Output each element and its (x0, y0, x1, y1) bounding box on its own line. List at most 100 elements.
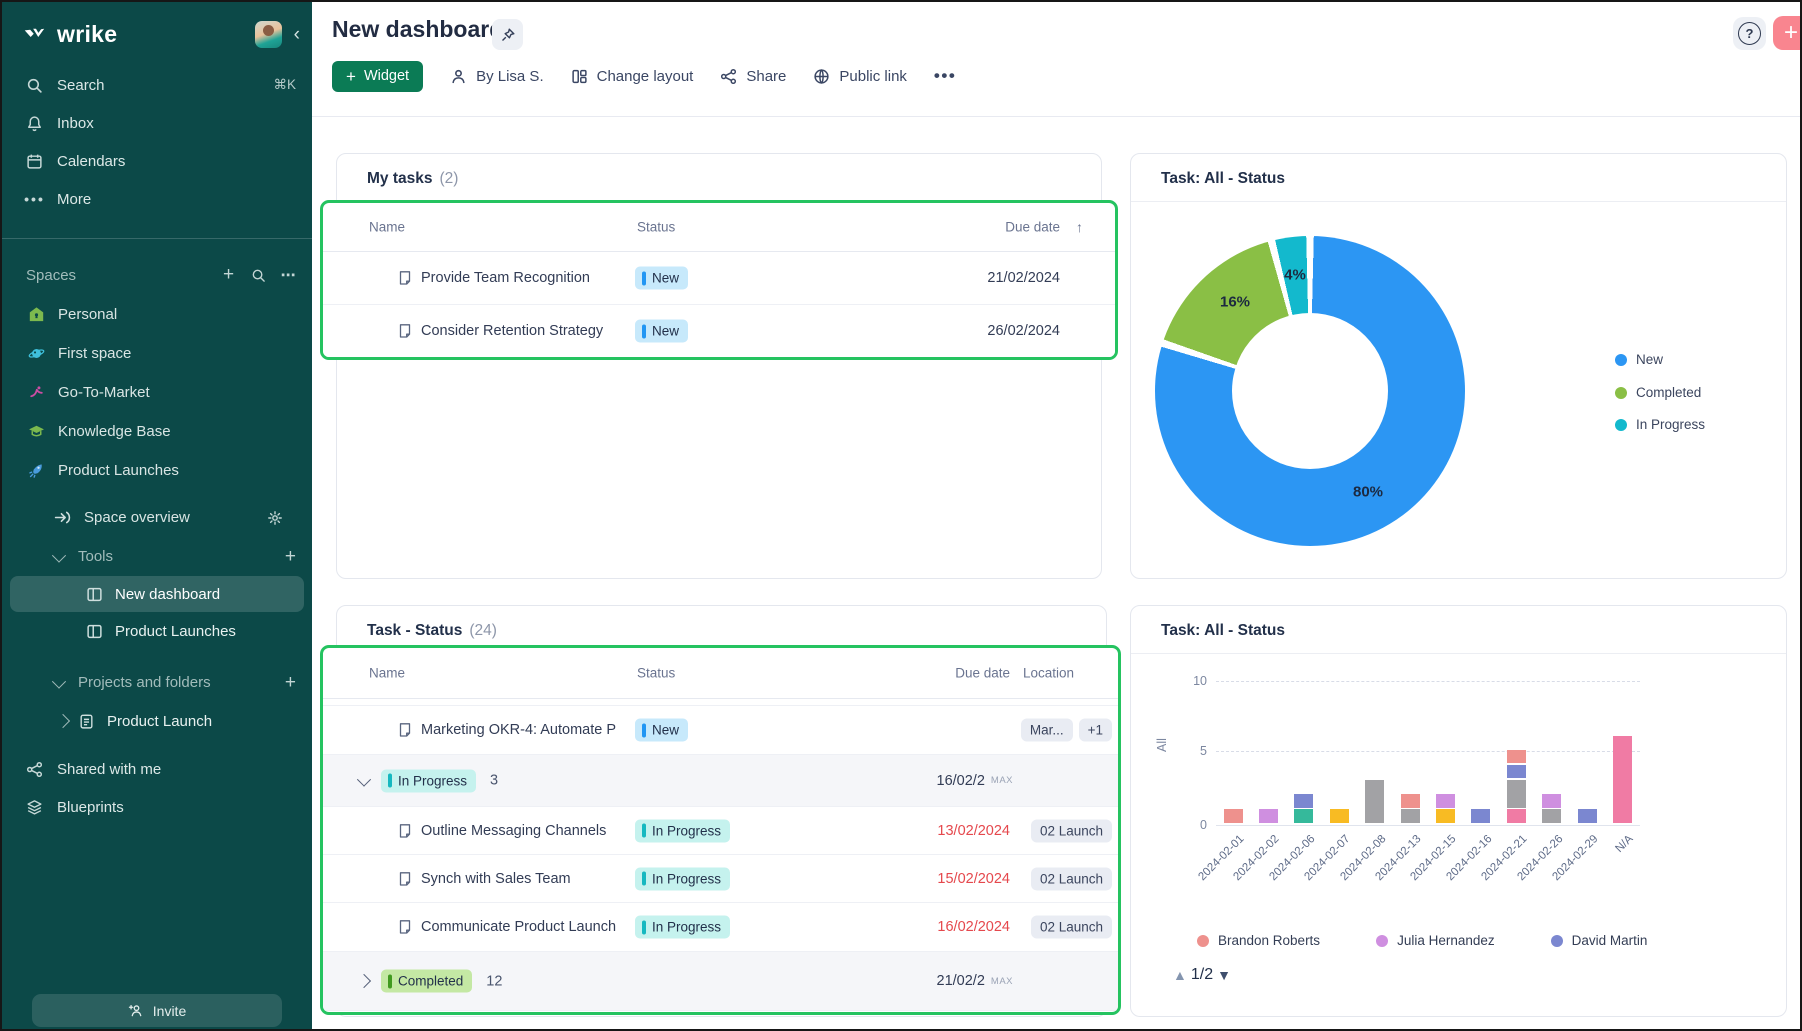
my-tasks-count: (2) (439, 170, 458, 187)
legend-item[interactable]: David Martin (1551, 933, 1648, 948)
bar-2024-02-08[interactable] (1365, 780, 1384, 823)
owner-label: By Lisa S. (476, 68, 544, 85)
layout-icon (571, 68, 588, 85)
sidebar-space-product-launches[interactable]: Product Launches (2, 451, 312, 490)
location-chip[interactable]: 02 Launch (1031, 867, 1112, 890)
sidebar-space-personal[interactable]: Personal (2, 295, 312, 334)
bar-2024-02-06[interactable] (1294, 794, 1313, 823)
bar-2024-02-26[interactable] (1542, 794, 1561, 823)
bar-N/A[interactable] (1613, 736, 1632, 823)
add-tool-icon[interactable]: + (285, 546, 296, 568)
pager-down-icon[interactable]: ▼ (1217, 968, 1231, 982)
gradcap-icon (28, 423, 45, 440)
bar-2024-02-13[interactable] (1401, 794, 1420, 823)
plus-icon: + (346, 68, 356, 85)
legend-item[interactable]: Completed (1615, 385, 1701, 400)
bar-2024-02-16[interactable] (1471, 809, 1490, 823)
chevron-right-icon[interactable] (359, 976, 369, 986)
sidebar-item-more[interactable]: •••More (2, 180, 312, 218)
bar-2024-02-29[interactable] (1578, 809, 1597, 823)
share-button[interactable]: Share (720, 68, 786, 85)
legend-item[interactable]: Julia Hernandez (1376, 933, 1495, 948)
bar-2024-02-07[interactable] (1330, 809, 1349, 823)
location-chip[interactable]: 02 Launch (1031, 819, 1112, 842)
user-avatar[interactable] (255, 21, 282, 48)
task-locations: 02 Launch (1031, 867, 1112, 890)
spaces-more-icon[interactable]: ⋯ (281, 266, 296, 284)
status-badge[interactable]: In Progress (381, 769, 476, 792)
add-project-icon[interactable]: + (285, 672, 296, 694)
status-badge-bar (642, 920, 646, 934)
location-chip[interactable]: Mar... (1021, 719, 1073, 742)
legend-item[interactable]: In Progress (1615, 417, 1705, 432)
pager-up-icon[interactable]: ▲ (1173, 968, 1187, 982)
legend-label: New (1636, 352, 1663, 367)
status-badge[interactable]: New (635, 267, 688, 290)
table-row[interactable]: Synch with Sales TeamIn Progress15/02/20… (323, 855, 1118, 903)
toolbar-more-icon[interactable]: ••• (934, 66, 956, 86)
rocket-icon (28, 462, 45, 479)
legend-dot (1615, 387, 1627, 399)
pin-button[interactable] (492, 19, 523, 50)
sort-asc-icon[interactable]: ↑ (1076, 219, 1083, 235)
status-badge[interactable]: In Progress (635, 867, 730, 890)
sidebar-item-blueprints[interactable]: Blueprints (2, 788, 312, 826)
help-button[interactable]: ? (1733, 17, 1766, 50)
public-link-button[interactable]: Public link (813, 68, 907, 85)
status-badge[interactable]: New (635, 320, 688, 343)
bar-segment (1507, 750, 1526, 764)
add-space-icon[interactable]: + (221, 264, 236, 286)
group-row[interactable]: In Progress316/02/2MAX (323, 755, 1118, 807)
task-status: New (635, 719, 688, 742)
my-tasks-title: My tasks(2) (367, 170, 458, 188)
add-widget-button[interactable]: + Widget (332, 61, 423, 92)
owner-button[interactable]: By Lisa S. (450, 68, 544, 85)
sidebar-section-tools[interactable]: Tools + (2, 537, 312, 576)
status-badge[interactable]: Completed (381, 970, 472, 993)
global-add-button[interactable]: + (1773, 16, 1802, 50)
table-row[interactable]: Provide Team RecognitionNew21/02/2024 (323, 252, 1115, 305)
sidebar-item-product-launch[interactable]: Product Launch (2, 702, 312, 740)
sidebar-item-new-dashboard[interactable]: New dashboard (10, 576, 304, 612)
status-badge[interactable]: New (635, 719, 688, 742)
table-row[interactable]: Communicate Product LaunchIn Progress16/… (323, 903, 1118, 952)
sidebar-item-shared-with-me[interactable]: Shared with me (2, 750, 312, 788)
sidebar-collapse-icon[interactable]: ‹ (294, 25, 300, 44)
status-badge[interactable]: In Progress (635, 819, 730, 842)
bar-2024-02-21[interactable] (1507, 750, 1526, 823)
legend-item[interactable]: Brandon Roberts (1197, 933, 1320, 948)
wrike-logo[interactable]: wrike (24, 21, 117, 48)
sidebar-item-space-overview[interactable]: Space overview (2, 498, 312, 537)
sidebar-item-calendars[interactable]: Calendars (2, 142, 312, 180)
status-badge[interactable]: In Progress (635, 916, 730, 939)
group-row[interactable]: Completed1221/02/2MAX (323, 952, 1118, 1011)
table-row[interactable]: Outline Messaging ChannelsIn Progress13/… (323, 807, 1118, 855)
bar-2024-02-02[interactable] (1259, 809, 1278, 823)
x-tick-label: 2024-02-08 (1317, 833, 1388, 904)
bar-2024-02-01[interactable] (1224, 809, 1243, 823)
chevron-down-icon[interactable] (359, 776, 369, 786)
space-label: Go-To-Market (58, 384, 150, 401)
table-row[interactable]: Marketing OKR-4: Automate PNewMar...+1 (323, 706, 1118, 755)
location-chip[interactable]: +1 (1079, 719, 1112, 742)
sidebar-item-label: Blueprints (57, 799, 124, 816)
sidebar-space-first-space[interactable]: First space (2, 334, 312, 373)
legend-pager: ▲ 1/2 ▼ (1173, 966, 1231, 984)
change-layout-button[interactable]: Change layout (571, 68, 694, 85)
task-doc-icon (397, 323, 413, 339)
sidebar-item-search[interactable]: Search⌘K (2, 66, 312, 104)
table-row[interactable]: Consider Retention StrategyNew26/02/2024 (323, 305, 1115, 357)
spaces-search-icon[interactable] (251, 268, 266, 283)
globe-icon (813, 68, 830, 85)
invite-button[interactable]: Invite (32, 994, 282, 1027)
space-settings-gear-icon[interactable] (266, 510, 283, 526)
legend-item[interactable]: New (1615, 352, 1663, 367)
legend-dot (1551, 935, 1563, 947)
sidebar-item-product-launches[interactable]: Product Launches (2, 612, 312, 651)
sidebar-space-knowledge-base[interactable]: Knowledge Base (2, 412, 312, 451)
sidebar-section-projects[interactable]: Projects and folders + (2, 663, 312, 702)
location-chip[interactable]: 02 Launch (1031, 916, 1112, 939)
sidebar-space-go-to-market[interactable]: Go-To-Market (2, 373, 312, 412)
sidebar-item-inbox[interactable]: Inbox (2, 104, 312, 142)
bar-2024-02-15[interactable] (1436, 794, 1455, 823)
